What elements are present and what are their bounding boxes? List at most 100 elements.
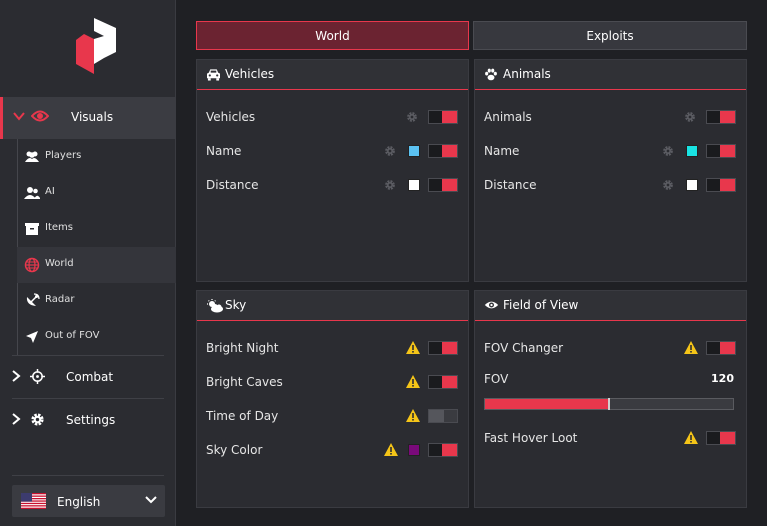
option-label: Time of Day [206,409,279,423]
tab-exploits[interactable]: Exploits [473,21,747,50]
color-swatch[interactable] [686,145,698,157]
option-label: Distance [206,178,259,192]
panel-header: Sky [197,291,468,321]
option-row: Sky Color [197,440,468,460]
gear-icon[interactable] [662,179,674,191]
panel-title: Sky [225,298,247,312]
warning-icon [384,443,398,456]
toggle-knob [442,342,457,354]
gear-icon[interactable] [406,111,418,123]
toggle-knob [442,179,457,191]
warning-icon [684,431,698,444]
toggle-knob [429,410,444,422]
panel-header: Field of View [475,291,746,321]
toggle-switch[interactable] [428,341,458,355]
option-label: FOV Changer [484,341,564,355]
option-row: Bright Caves [197,372,468,392]
option-label: Fast Hover Loot [484,431,578,445]
color-swatch[interactable] [686,179,698,191]
panel-title: Field of View [503,298,579,312]
option-label: Bright Night [206,341,279,355]
slider-fill [485,399,609,409]
divider [12,398,164,399]
cloud-sun-icon [207,299,223,313]
sidebar-item-label: AI [45,186,55,197]
option-label: Sky Color [206,443,263,457]
language-select[interactable]: English [12,485,165,517]
option-row: Fast Hover Loot [475,428,746,448]
toggle-knob [442,376,457,388]
eye-icon [484,301,499,309]
users-icon [25,151,39,162]
fov-slider[interactable] [484,398,734,410]
language-label: English [57,495,101,509]
toggle-knob [720,342,735,354]
slider-label: FOV [484,372,509,386]
color-swatch[interactable] [408,444,420,456]
chevron-down-icon [145,496,157,504]
warning-icon [406,375,420,388]
toggle-switch[interactable] [706,431,736,445]
nav-settings[interactable]: Settings [0,400,176,440]
toggle-switch[interactable] [706,144,736,158]
sidebar-item-world[interactable]: World [17,247,176,283]
crosshair-icon [30,369,45,384]
brand-logo [76,18,116,74]
sidebar-item-label: Out of FOV [45,330,100,341]
toggle-knob [442,111,457,123]
sidebar-item-label: Items [45,222,73,233]
toggle-knob [720,145,735,157]
toggle-switch[interactable] [706,178,736,192]
slider-thumb[interactable] [608,398,610,410]
gear-icon[interactable] [662,145,674,157]
gear-icon[interactable] [384,179,396,191]
nav-visuals-label: Visuals [71,110,114,124]
color-swatch[interactable] [408,145,420,157]
sidebar-item-label: Radar [45,294,75,305]
chevron-right-icon [12,413,21,425]
toggle-knob [442,145,457,157]
tab-world[interactable]: World [196,21,469,50]
divider [12,475,164,476]
toggle-switch[interactable] [428,409,458,423]
warning-icon [406,341,420,354]
gear-icon [31,413,44,426]
gear-icon[interactable] [384,145,396,157]
sidebar-item-players[interactable]: Players [17,139,176,175]
panel-header: Animals [475,60,746,90]
toggle-knob [720,111,735,123]
color-swatch[interactable] [408,179,420,191]
sidebar-item-items[interactable]: Items [17,211,176,247]
eye-icon [31,110,49,122]
option-label: Distance [484,178,537,192]
toggle-switch[interactable] [706,341,736,355]
sidebar-item-label: World [45,258,74,269]
sidebar-item-radar[interactable]: Radar [17,283,176,319]
toggle-switch[interactable] [428,144,458,158]
toggle-switch[interactable] [428,178,458,192]
divider [12,355,164,356]
toggle-switch[interactable] [428,443,458,457]
option-row: Bright Night [197,338,468,358]
user-group-icon [24,187,40,199]
gear-icon[interactable] [684,111,696,123]
box-icon [25,223,39,235]
sidebar-item-out-of-fov[interactable]: Out of FOV [17,319,176,355]
nav-visuals[interactable]: Visuals [0,97,176,139]
toggle-knob [720,432,735,444]
sidebar: Visuals Players AI Items World Radar Out… [0,0,176,526]
option-row: Time of Day [197,406,468,426]
nav-combat[interactable]: Combat [0,357,176,397]
sidebar-item-label: Players [45,150,82,161]
us-flag-icon [21,493,46,509]
sidebar-item-ai[interactable]: AI [17,175,176,211]
car-icon [207,69,220,81]
nav-settings-label: Settings [66,413,116,427]
slider-value: 120 [711,372,734,385]
panel-field-of-view: Field of View FOV Changer FOV 120 Fast H… [474,290,747,508]
toggle-switch[interactable] [428,110,458,124]
toggle-switch[interactable] [428,375,458,389]
panel-title: Vehicles [225,67,275,81]
globe-icon [24,257,40,273]
toggle-switch[interactable] [706,110,736,124]
